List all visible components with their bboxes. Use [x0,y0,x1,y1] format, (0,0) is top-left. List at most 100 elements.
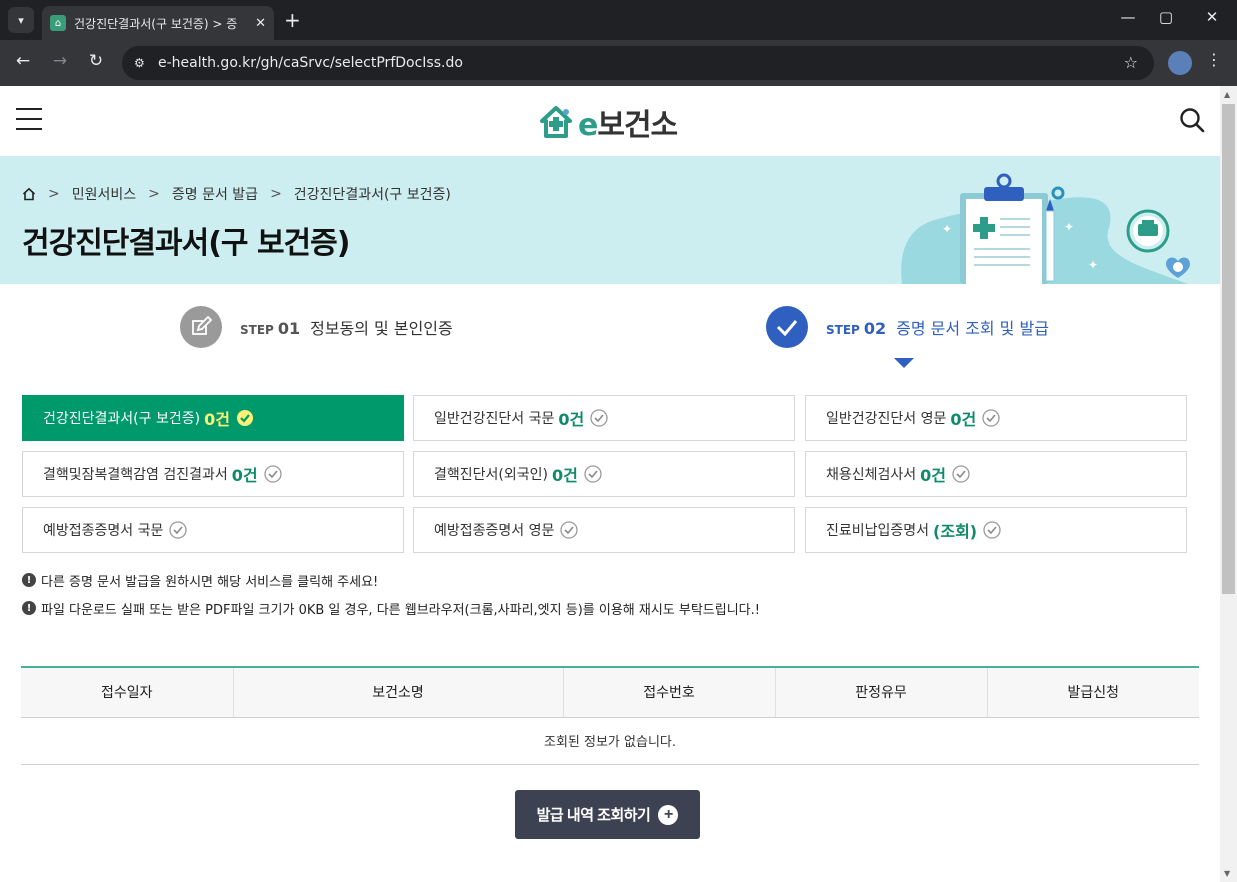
document-card-label: 예방접종증명서 국문 [43,523,164,539]
back-arrow-icon[interactable]: ← [11,51,35,71]
check-circle-icon [236,410,253,426]
address-bar[interactable]: ⚙ e-health.go.kr/gh/caSrvc/selectPrfDocI… [122,46,1154,80]
document-card-count: 0건 [950,410,977,429]
document-card-label: 진료비납입증명서 [826,523,930,539]
document-card-count: 0건 [231,466,258,485]
check-circle-icon [169,521,188,539]
document-card-count: (조회) [933,522,978,541]
search-icon[interactable] [1179,107,1205,133]
breadcrumb-sep: > [48,186,60,202]
table-header-row: 접수일자 보건소명 접수번호 판정유무 발급신청 [21,666,1199,718]
browser-tabbar: ▾ ⌂ 건강진단결과서(구 보건증) > 증 ✕ + — ▢ ✕ [0,0,1237,40]
step-1-label: STEP 01 정보동의 및 본인인증 [240,319,453,338]
issuance-history-button[interactable]: 발급 내역 조회하기 + [515,790,700,839]
forward-arrow-icon[interactable]: → [48,51,72,71]
document-card[interactable]: 예방접종증명서 국문 [22,507,404,553]
check-circle-icon [590,409,608,427]
alert-icon: ! [22,573,36,587]
favicon-icon: ⌂ [50,15,66,31]
browser-menu-icon[interactable]: ⋮ [1206,50,1222,69]
minimize-icon[interactable]: — [1113,8,1143,26]
document-card-label: 결핵및잠복결핵감염 검진결과서 [43,467,228,483]
col-judgement: 판정유무 [775,666,988,718]
document-card-label: 채용신체검사서 [826,467,917,483]
pencil-icon [192,315,213,335]
page-scrollbar[interactable]: ▲ ▼ [1220,86,1237,882]
document-card-count: 0건 [204,410,230,429]
url-text[interactable]: e-health.go.kr/gh/caSrvc/selectPrfDocIss… [158,55,463,71]
table-empty-message: 조회된 정보가 없습니다. [21,717,1199,765]
hamburger-menu-icon[interactable] [16,108,42,130]
document-card[interactable]: 채용신체검사서 0건 [805,451,1187,497]
check-circle-icon [983,521,1001,539]
plus-circle-icon: + [658,804,679,825]
new-tab-button[interactable]: + [284,8,301,32]
breadcrumb: > 민원서비스 > 증명 문서 발급 > 건강진단결과서(구 보건증) [22,184,451,204]
document-card-count: 0건 [920,466,947,485]
step-2-circle [766,306,808,348]
window-close-icon[interactable]: ✕ [1197,8,1227,26]
document-card[interactable]: 건강진단결과서(구 보건증) 0건 [22,395,404,441]
step-2-label: STEP 02 증명 문서 조회 및 발급 [826,319,1049,338]
checkmark-icon [776,320,798,337]
notice-item: ! 다른 증명 문서 발급을 원하시면 해당 서비스를 클릭해 주세요! [22,566,760,594]
document-card-label: 결핵진단서(외국인) [434,467,548,483]
col-health-center: 보건소명 [233,666,564,718]
table-row: 조회된 정보가 없습니다. [21,717,1199,765]
step-1: STEP 01 정보동의 및 본인인증 [180,306,453,348]
document-card-count: 0건 [558,410,585,429]
browser-tab[interactable]: ⌂ 건강진단결과서(구 보건증) > 증 ✕ [42,6,274,40]
breadcrumb-item[interactable]: 민원서비스 [72,184,136,204]
step-2: STEP 02 증명 문서 조회 및 발급 [766,306,1049,348]
document-card-label: 일반건강진단서 국문 [434,411,555,427]
tab-close-icon[interactable]: ✕ [255,16,266,31]
svg-text:✦: ✦ [1088,258,1098,272]
step-indicator: STEP 01 정보동의 및 본인인증 STEP 02 증명 문서 조회 및 발… [0,306,1220,376]
scroll-up-icon[interactable]: ▲ [1224,90,1230,99]
document-card[interactable]: 예방접종증명서 영문 [413,507,795,553]
step-1-circle [180,306,222,348]
site-settings-icon[interactable]: ⚙ [134,56,152,70]
tab-title: 건강진단결과서(구 보건증) > 증 [74,16,238,31]
document-card-label: 예방접종증명서 영문 [434,523,555,539]
site-header: e보건소 [0,86,1220,156]
notice-list: ! 다른 증명 문서 발급을 원하시면 해당 서비스를 클릭해 주세요! ! 파… [22,566,760,622]
check-circle-icon [263,465,282,483]
svg-text:✦: ✦ [942,222,952,236]
tab-search-chevron-icon[interactable]: ▾ [8,7,34,33]
breadcrumb-item[interactable]: 건강진단결과서(구 보건증) [294,184,451,204]
document-card[interactable]: 결핵및잠복결핵감염 검진결과서 0건 [22,451,404,497]
reload-icon[interactable]: ↻ [84,51,108,71]
browser-toolbar: ← → ↻ ⚙ e-health.go.kr/gh/caSrvc/selectP… [0,40,1237,86]
breadcrumb-item[interactable]: 증명 문서 발급 [172,184,258,204]
scrollbar-thumb[interactable] [1222,104,1235,594]
home-icon[interactable] [22,187,36,201]
clipboard-illustration-icon: ✦ ✦ ✦ [901,173,1190,284]
document-card-count: 0건 [551,466,578,485]
site-logo[interactable]: e보건소 [538,100,678,144]
logo-house-icon [540,106,572,138]
breadcrumb-sep: > [270,186,282,202]
document-card[interactable]: 진료비납입증명서 (조회) [805,507,1187,553]
document-card[interactable]: 결핵진단서(외국인) 0건 [413,451,795,497]
check-circle-icon [982,409,1000,427]
breadcrumb-sep: > [148,186,160,202]
current-step-arrow-icon [894,358,914,368]
check-circle-icon [584,465,602,483]
profile-avatar[interactable] [1168,51,1192,75]
page-banner: > 민원서비스 > 증명 문서 발급 > 건강진단결과서(구 보건증) 건강진단… [0,156,1220,284]
maximize-icon[interactable]: ▢ [1151,8,1181,26]
document-card[interactable]: 일반건강진단서 국문 0건 [413,395,795,441]
check-circle-icon [952,465,970,483]
alert-icon: ! [22,601,36,615]
bookmark-star-icon[interactable]: ☆ [1124,53,1138,72]
page-title: 건강진단결과서(구 보건증) [22,226,350,261]
scroll-down-icon[interactable]: ▼ [1224,869,1230,878]
notice-item: ! 파일 다운로드 실패 또는 받은 PDF파일 크기가 0KB 일 경우, 다… [22,594,760,622]
document-card-label: 건강진단결과서(구 보건증) [43,411,201,427]
col-receipt-number: 접수번호 [563,666,776,718]
document-card-label: 일반건강진단서 영문 [826,411,947,427]
col-issue-request: 발급신청 [987,666,1199,718]
logo-text: e보건소 [578,108,678,143]
document-card[interactable]: 일반건강진단서 영문 0건 [805,395,1187,441]
